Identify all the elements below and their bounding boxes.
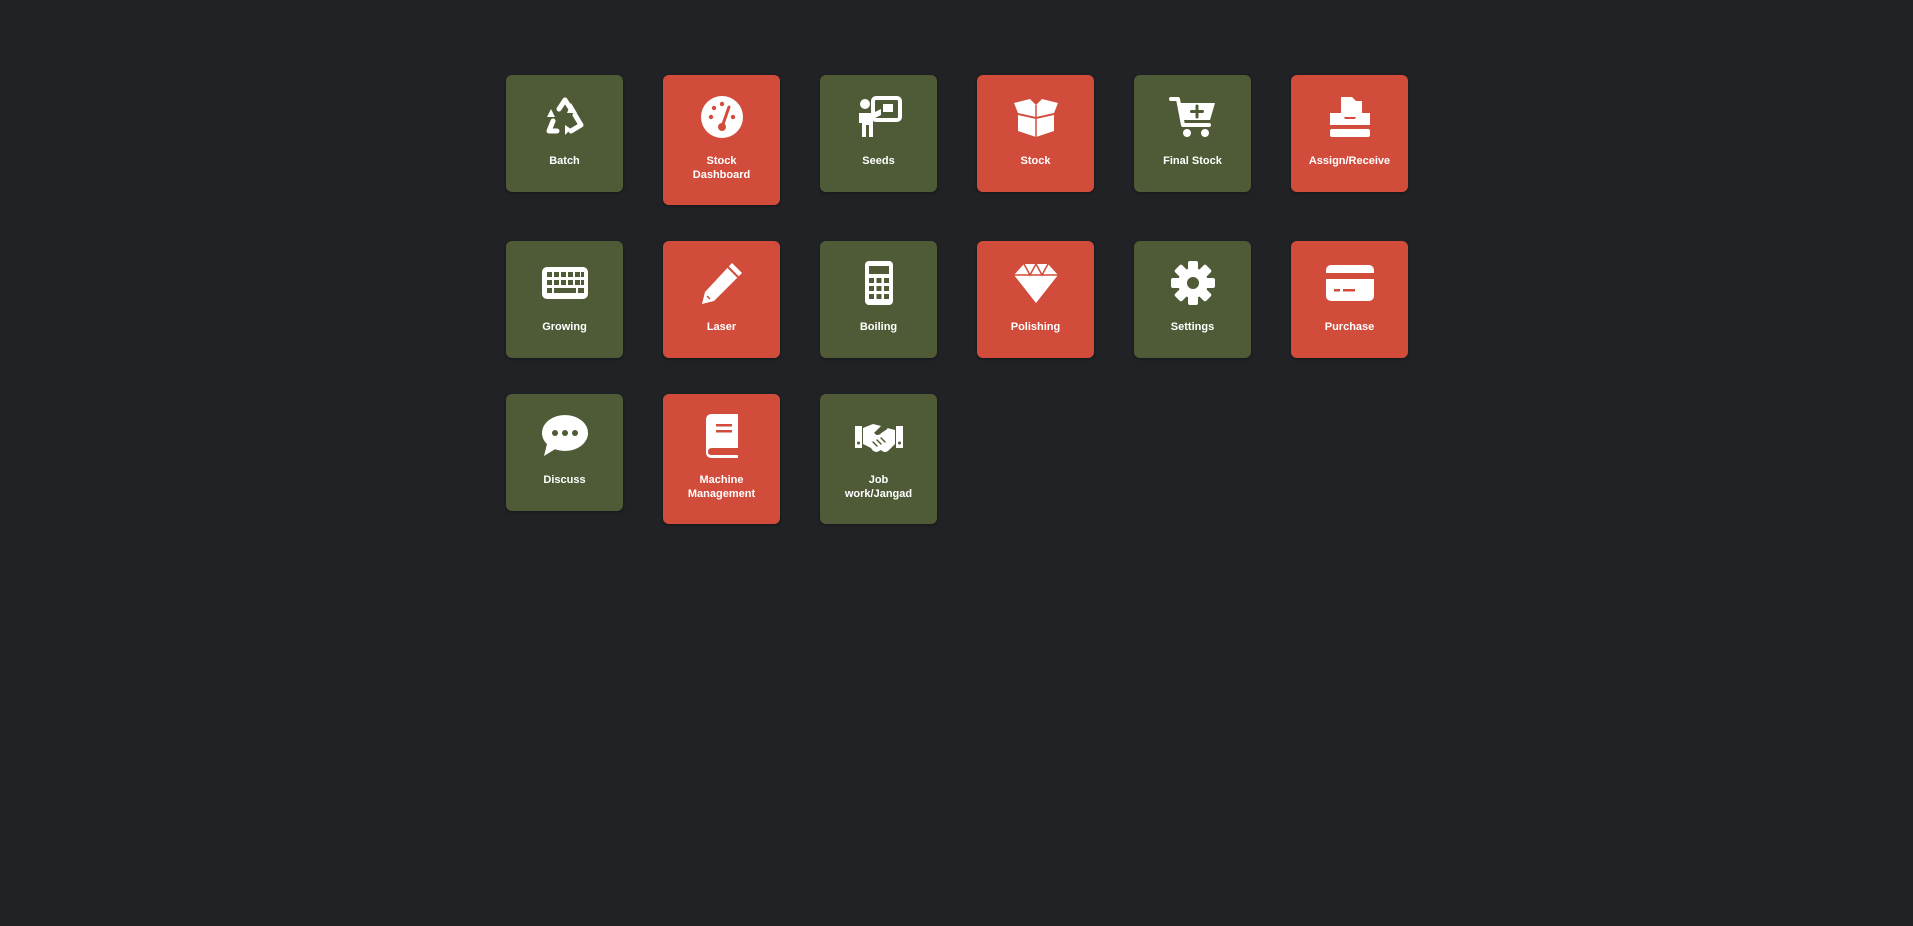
tile-job-work-jangad[interactable]: Job work/Jangad xyxy=(820,394,937,524)
inbox-tray-icon xyxy=(1326,95,1374,139)
tile-label: Boiling xyxy=(859,321,898,333)
cart-plus-icon xyxy=(1168,95,1217,139)
tile-growing[interactable]: Growing xyxy=(506,241,623,358)
tile-label: Laser xyxy=(706,321,737,333)
gear-icon xyxy=(1169,261,1217,305)
tile-batch[interactable]: Batch xyxy=(506,75,623,192)
presentation-icon xyxy=(855,95,903,139)
tile-label: Polishing xyxy=(1010,321,1061,333)
tile-settings[interactable]: Settings xyxy=(1134,241,1251,358)
open-box-icon xyxy=(1012,95,1060,139)
tile-final-stock[interactable]: Final Stock xyxy=(1134,75,1251,192)
tile-laser[interactable]: Laser xyxy=(663,241,780,358)
tile-label: Assign/Receive xyxy=(1308,155,1391,167)
tile-label: Stock xyxy=(1020,155,1051,167)
keyboard-icon xyxy=(541,261,589,305)
credit-card-icon xyxy=(1325,261,1374,305)
tile-label: Job work/Jangad xyxy=(844,474,913,500)
gauge-icon xyxy=(698,95,746,139)
tile-label: Final Stock xyxy=(1163,155,1222,167)
book-icon xyxy=(698,414,746,458)
tile-purchase[interactable]: Purchase xyxy=(1291,241,1408,358)
app-tile-grid: Batch Stock Dashboard Seeds Stock Final … xyxy=(506,75,1408,535)
tile-label: Seeds xyxy=(862,155,895,167)
tile-boiling[interactable]: Boiling xyxy=(820,241,937,358)
recycle-icon xyxy=(541,95,589,139)
tile-label: Machine Management xyxy=(687,474,756,500)
tile-label: Stock Dashboard xyxy=(692,155,751,181)
tile-seeds[interactable]: Seeds xyxy=(820,75,937,192)
chat-bubble-icon xyxy=(541,414,589,458)
tile-label: Purchase xyxy=(1324,321,1375,333)
calculator-icon xyxy=(855,261,903,305)
tile-label: Settings xyxy=(1170,321,1215,333)
handshake-icon xyxy=(854,414,903,458)
tile-stock-dashboard[interactable]: Stock Dashboard xyxy=(663,75,780,205)
pencil-icon xyxy=(698,261,746,305)
tile-stock[interactable]: Stock xyxy=(977,75,1094,192)
tile-discuss[interactable]: Discuss xyxy=(506,394,623,511)
tile-label: Growing xyxy=(542,321,587,333)
tile-machine-management[interactable]: Machine Management xyxy=(663,394,780,524)
tile-polishing[interactable]: Polishing xyxy=(977,241,1094,358)
tile-label: Batch xyxy=(549,155,580,167)
tile-assign-receive[interactable]: Assign/Receive xyxy=(1291,75,1408,192)
gem-icon xyxy=(1012,261,1060,305)
tile-label: Discuss xyxy=(543,474,586,486)
